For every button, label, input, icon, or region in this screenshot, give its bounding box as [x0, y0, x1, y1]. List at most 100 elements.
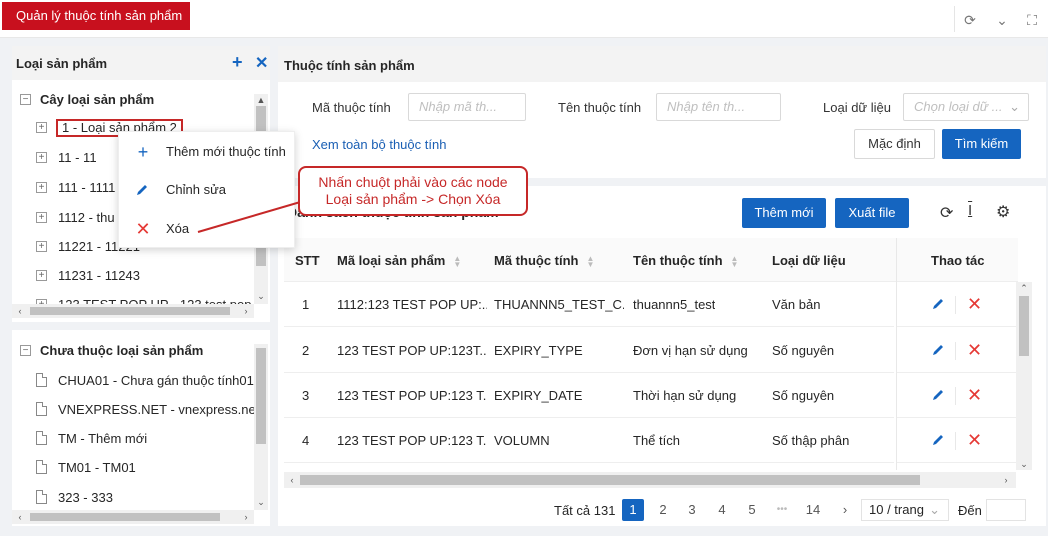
search-button[interactable]: Tìm kiếm	[942, 129, 1021, 159]
table-row[interactable]: 3 123 TEST POP UP:123 T... EXPIRY_DATE T…	[284, 373, 894, 418]
app-tab-active[interactable]: Quản lý thuộc tính sản phẩm	[2, 2, 190, 30]
cell-data-type: Số nguyên	[772, 343, 835, 358]
scroll-down-icon[interactable]: ⌄	[255, 496, 267, 508]
default-button[interactable]: Mặc định	[854, 129, 935, 159]
name-input[interactable]: Nhập tên th...	[656, 93, 781, 121]
add-icon[interactable]: +	[232, 52, 243, 73]
scroll-right-icon[interactable]: ›	[1000, 474, 1012, 486]
scroll-thumb[interactable]	[30, 307, 230, 315]
divider	[955, 387, 956, 405]
close-icon[interactable]: ✕	[255, 53, 268, 73]
page-button[interactable]: 2	[652, 499, 674, 521]
scroll-down-icon[interactable]: ⌄	[255, 290, 267, 302]
cell-index: 2	[302, 343, 310, 358]
cell-product-type-code: 123 TEST POP UP:123T...	[337, 343, 487, 358]
scroll-thumb[interactable]	[30, 513, 220, 521]
refresh-icon[interactable]: ⟳	[960, 10, 980, 30]
unassigned-vertical-scrollbar[interactable]: ⌄	[254, 344, 268, 510]
tree-horizontal-scrollbar[interactable]: ‹ ›	[12, 304, 254, 318]
table-row[interactable]: 2 123 TEST POP UP:123T... EXPIRY_TYPE Đơ…	[284, 328, 894, 373]
scroll-left-icon[interactable]: ‹	[14, 511, 26, 523]
code-input[interactable]: Nhập mã th...	[408, 93, 526, 121]
column-header-sortable[interactable]: Mã thuộc tính ▲ ▼	[494, 253, 594, 268]
page-button[interactable]: 4	[711, 499, 733, 521]
cell-attribute-code: THUANNN5_TEST_C...	[494, 297, 624, 312]
actions-column: ✕ ✕ ✕ ✕	[896, 282, 1016, 470]
scroll-thumb[interactable]	[256, 348, 266, 444]
column-header: STT	[295, 253, 320, 268]
scroll-thumb[interactable]	[300, 475, 920, 485]
export-button[interactable]: Xuất file	[835, 198, 909, 228]
table-row[interactable]: 4 123 TEST POP UP:123 T... VOLUMN Thể tí…	[284, 418, 894, 463]
scroll-down-icon[interactable]: ⌄	[1018, 458, 1030, 470]
scroll-thumb[interactable]	[1019, 296, 1029, 356]
code-label: Mã thuộc tính	[312, 100, 391, 115]
expand-icon[interactable]: +	[36, 122, 47, 133]
page-ellipsis[interactable]: •••	[771, 499, 793, 521]
goto-label: Đến	[958, 503, 982, 518]
scroll-up-icon[interactable]: ▲	[255, 94, 267, 106]
expand-icon[interactable]: +	[36, 152, 47, 163]
table-horizontal-scrollbar[interactable]: ‹ ›	[284, 472, 1016, 488]
chevron-down-icon: ⌄	[929, 502, 940, 517]
delete-icon[interactable]: ✕	[967, 295, 982, 313]
view-all-attributes-link[interactable]: Xem toàn bộ thuộc tính	[312, 137, 446, 152]
scroll-right-icon[interactable]: ›	[240, 511, 252, 523]
expand-icon[interactable]: +	[36, 182, 47, 193]
reload-icon[interactable]: ⟳	[940, 203, 953, 223]
sort-icon[interactable]: ▲ ▼	[453, 254, 461, 268]
cell-index: 4	[302, 433, 310, 448]
settings-icon[interactable]: ⚙	[996, 202, 1010, 222]
collapse-icon[interactable]: −	[20, 345, 31, 356]
table-body: 1 1112:123 TEST POP UP:... THUANNN5_TEST…	[284, 282, 896, 470]
document-icon	[36, 490, 47, 504]
delete-icon[interactable]: ✕	[967, 431, 982, 449]
divider	[955, 432, 956, 450]
scroll-left-icon[interactable]: ‹	[14, 305, 26, 317]
expand-icon[interactable]: +	[36, 241, 47, 252]
scroll-up-icon[interactable]: ⌃	[1018, 282, 1030, 294]
menu-item-add-attribute[interactable]: + Thêm mới thuộc tính	[119, 134, 296, 170]
fullscreen-icon[interactable]: ⛶	[1022, 10, 1042, 30]
delete-icon[interactable]: ✕	[967, 341, 982, 359]
add-new-button[interactable]: Thêm mới	[742, 198, 826, 228]
unassigned-horizontal-scrollbar[interactable]: ‹ ›	[12, 510, 254, 524]
pencil-icon	[137, 185, 147, 195]
column-height-icon[interactable]: I	[968, 202, 972, 219]
expand-icon[interactable]: +	[36, 212, 47, 223]
column-header-sortable[interactable]: Tên thuộc tính ▲ ▼	[633, 253, 738, 268]
cell-product-type-code: 123 TEST POP UP:123 T...	[337, 388, 487, 403]
sort-icon[interactable]: ▲ ▼	[731, 254, 739, 268]
page-button[interactable]: 3	[681, 499, 703, 521]
next-page-icon[interactable]: ›	[834, 499, 856, 521]
delete-icon[interactable]: ✕	[967, 386, 982, 404]
page-button[interactable]: 14	[800, 499, 826, 521]
data-type-select[interactable]: Chọn loại dữ ... ⌄	[903, 93, 1029, 121]
table-vertical-scrollbar[interactable]: ⌃ ⌄	[1016, 282, 1032, 470]
goto-page-input[interactable]	[986, 499, 1026, 521]
edit-icon[interactable]	[931, 388, 945, 402]
document-icon	[36, 402, 47, 416]
row-actions: ✕	[897, 373, 1016, 418]
close-icon: ✕	[135, 219, 151, 239]
expand-icon[interactable]: +	[36, 270, 47, 281]
sort-icon[interactable]: ▲ ▼	[587, 254, 595, 268]
page-button-active[interactable]: 1	[622, 499, 644, 521]
page-button[interactable]: 5	[741, 499, 763, 521]
menu-item-label: Thêm mới thuộc tính	[166, 144, 286, 159]
chevron-down-icon[interactable]: ⌄	[992, 10, 1012, 30]
page-size-select[interactable]: 10 / trang ⌄	[861, 499, 949, 521]
scroll-right-icon[interactable]: ›	[240, 305, 252, 317]
column-header-sortable[interactable]: Mã loại sản phẩm ▲ ▼	[337, 253, 461, 268]
row-actions: ✕	[897, 328, 1016, 373]
edit-icon[interactable]	[931, 433, 945, 447]
edit-icon[interactable]	[931, 297, 945, 311]
row-actions: ✕	[897, 418, 1016, 463]
table-row[interactable]: 1 1112:123 TEST POP UP:... THUANNN5_TEST…	[284, 282, 894, 327]
row-actions: ✕	[897, 282, 1016, 327]
collapse-icon[interactable]: −	[20, 94, 31, 105]
edit-icon[interactable]	[931, 343, 945, 357]
annotation-line: Nhấn chuột phải vào các node	[318, 174, 508, 190]
scroll-left-icon[interactable]: ‹	[286, 474, 298, 486]
column-label: Mã thuộc tính	[494, 253, 579, 268]
